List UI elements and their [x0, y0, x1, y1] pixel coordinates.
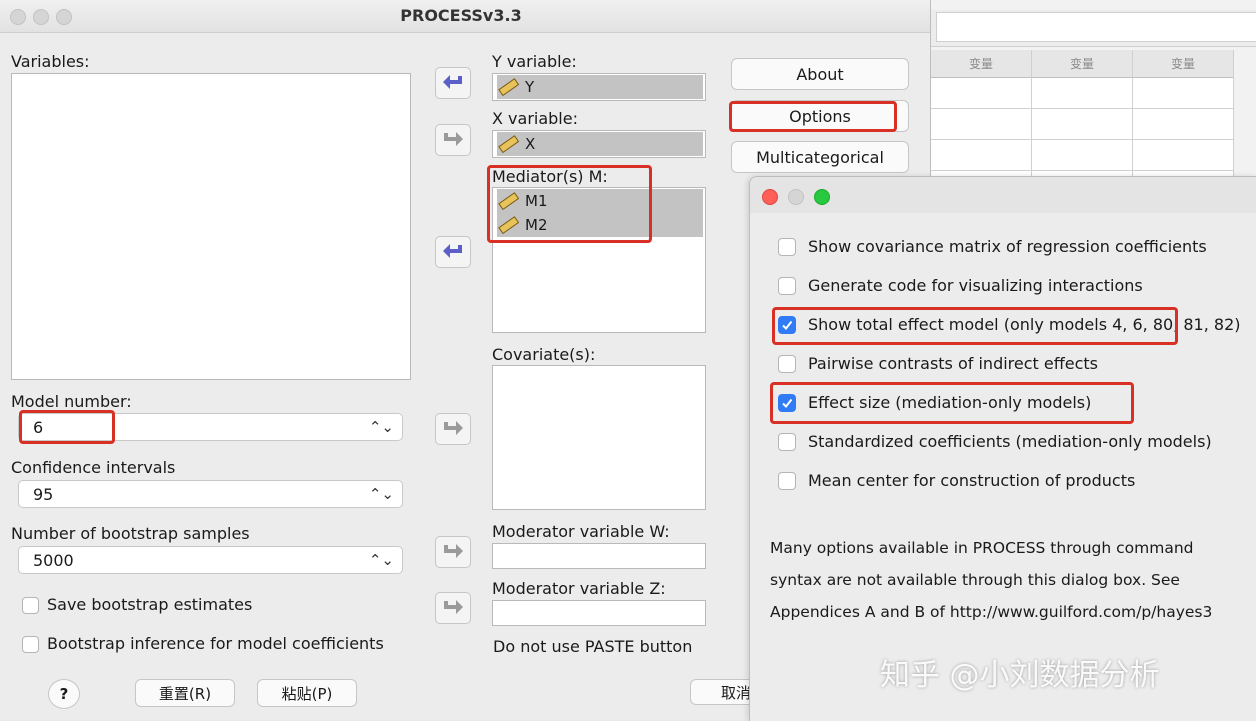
mediators-highlight: [487, 165, 652, 243]
option-label: Generate code for visualizing interactio…: [808, 276, 1143, 295]
y-variable-value: Y: [525, 78, 535, 96]
arrow-right-icon: [444, 600, 463, 614]
option-pairwise-contrasts[interactable]: Pairwise contrasts of indirect effects: [778, 354, 1098, 373]
model-number-label: Model number:: [11, 392, 132, 411]
ruler-icon: [498, 135, 519, 154]
option-checkbox[interactable]: [778, 432, 796, 451]
x-variable-value: X: [525, 135, 536, 153]
updown-chevron-icon: ⌃⌄: [368, 485, 394, 503]
option-checkbox[interactable]: [778, 237, 796, 256]
bootstrap-samples-select[interactable]: 5000 ⌃⌄: [18, 546, 403, 574]
option-checkbox[interactable]: [778, 276, 796, 295]
x-variable-label: X variable:: [492, 109, 578, 128]
reset-button[interactable]: 重置(R): [135, 679, 235, 707]
options-highlight: [729, 101, 897, 132]
options-titlebar: [750, 177, 1256, 213]
grid-cell[interactable]: [1032, 78, 1133, 109]
options-note-line: Appendices A and B of http://www.guilfor…: [770, 603, 1213, 621]
save-bootstrap-label: Save bootstrap estimates: [47, 595, 253, 614]
bootstrap-samples-value: 5000: [33, 550, 74, 570]
option-visualizing-code[interactable]: Generate code for visualizing interactio…: [778, 276, 1143, 295]
zoom-window-button[interactable]: [814, 189, 830, 205]
move-to-x-button[interactable]: [435, 124, 471, 156]
multicategorical-button[interactable]: Multicategorical: [731, 141, 909, 173]
grid-cell[interactable]: [931, 78, 1032, 109]
grid-cell[interactable]: [931, 109, 1032, 140]
option-covariance-matrix[interactable]: Show covariance matrix of regression coe…: [778, 237, 1207, 256]
option-mean-center[interactable]: Mean center for construction of products: [778, 471, 1135, 490]
total-effect-highlight: [772, 307, 1178, 345]
x-variable-field[interactable]: X: [492, 130, 706, 158]
column-header[interactable]: 变量: [931, 50, 1032, 78]
bootstrap-inference-label: Bootstrap inference for model coefficien…: [47, 634, 384, 653]
arrow-right-icon: [444, 544, 463, 558]
variables-list[interactable]: [11, 73, 411, 380]
move-moderator-z-button[interactable]: [435, 592, 471, 624]
option-checkbox[interactable]: [778, 471, 796, 490]
window-title: PROCESSv3.3: [400, 6, 522, 25]
move-mediators-button[interactable]: [435, 236, 471, 268]
grid-cell[interactable]: [1133, 140, 1234, 171]
arrow-left-icon: [443, 244, 462, 258]
grid-cell[interactable]: [1032, 140, 1133, 171]
ruler-icon: [498, 78, 519, 97]
updown-chevron-icon: ⌃⌄: [368, 551, 394, 569]
y-variable-field[interactable]: Y: [492, 73, 706, 101]
help-button[interactable]: ?: [48, 679, 80, 709]
option-label: Show covariance matrix of regression coe…: [808, 237, 1207, 256]
column-header[interactable]: 变量: [1032, 50, 1133, 78]
paste-button[interactable]: 粘贴(P): [257, 679, 357, 707]
model-number-highlight: [19, 410, 115, 444]
moderator-z-field[interactable]: [492, 600, 706, 626]
grid-row: [931, 78, 1256, 109]
formula-bar: [931, 10, 1256, 47]
options-note-line: Many options available in PROCESS throug…: [770, 539, 1194, 557]
covariates-list[interactable]: [492, 365, 706, 510]
confidence-intervals-select[interactable]: 95 ⌃⌄: [18, 480, 403, 508]
arrow-right-icon: [444, 132, 463, 146]
variables-label: Variables:: [11, 52, 90, 71]
grid-cell[interactable]: [931, 140, 1032, 171]
options-dialog: Show covariance matrix of regression coe…: [749, 176, 1256, 721]
updown-chevron-icon: ⌃⌄: [368, 418, 394, 436]
arrow-right-icon: [444, 421, 463, 435]
confidence-intervals-value: 95: [33, 484, 54, 504]
move-covariates-button[interactable]: [435, 413, 471, 445]
grid-cell[interactable]: [1133, 109, 1234, 140]
grid-cell[interactable]: [1133, 78, 1234, 109]
moderator-w-label: Moderator variable W:: [492, 522, 670, 541]
bootstrap-inference-checkbox[interactable]: [22, 636, 39, 653]
move-moderator-w-button[interactable]: [435, 536, 471, 568]
bootstrap-samples-label: Number of bootstrap samples: [11, 524, 250, 543]
confidence-intervals-label: Confidence intervals: [11, 458, 176, 477]
formula-field[interactable]: [936, 12, 1256, 42]
x-variable-item[interactable]: X: [497, 132, 703, 156]
option-checkbox[interactable]: [778, 354, 796, 373]
close-window-button[interactable]: [762, 189, 778, 205]
grid-row: [931, 109, 1256, 140]
option-label: Standardized coefficients (mediation-onl…: [808, 432, 1212, 451]
option-standardized-coefficients[interactable]: Standardized coefficients (mediation-onl…: [778, 432, 1212, 451]
effect-size-highlight: [770, 382, 1134, 424]
save-bootstrap-checkbox[interactable]: [22, 597, 39, 614]
moderator-z-label: Moderator variable Z:: [492, 579, 666, 598]
option-label: Mean center for construction of products: [808, 471, 1136, 490]
background-spreadsheet: 变量 变量 变量: [930, 0, 1256, 202]
grid-cell[interactable]: [1032, 109, 1133, 140]
about-button[interactable]: About: [731, 58, 909, 90]
moderator-w-field[interactable]: [492, 543, 706, 569]
process-titlebar: PROCESSv3.3: [0, 0, 930, 33]
y-variable-label: Y variable:: [492, 52, 577, 71]
minimize-window-button[interactable]: [788, 189, 804, 205]
grid-row: [931, 140, 1256, 171]
watermark: 知乎 @小刘数据分析: [880, 658, 1160, 693]
column-header[interactable]: 变量: [1133, 50, 1234, 78]
move-to-y-button[interactable]: [435, 67, 471, 99]
covariates-label: Covariate(s):: [492, 345, 596, 364]
paste-note: Do not use PASTE button: [493, 637, 693, 656]
option-label: Pairwise contrasts of indirect effects: [808, 354, 1099, 373]
y-variable-item[interactable]: Y: [497, 75, 703, 99]
options-note-line: syntax are not available through this di…: [770, 571, 1180, 589]
arrow-left-icon: [443, 75, 462, 89]
